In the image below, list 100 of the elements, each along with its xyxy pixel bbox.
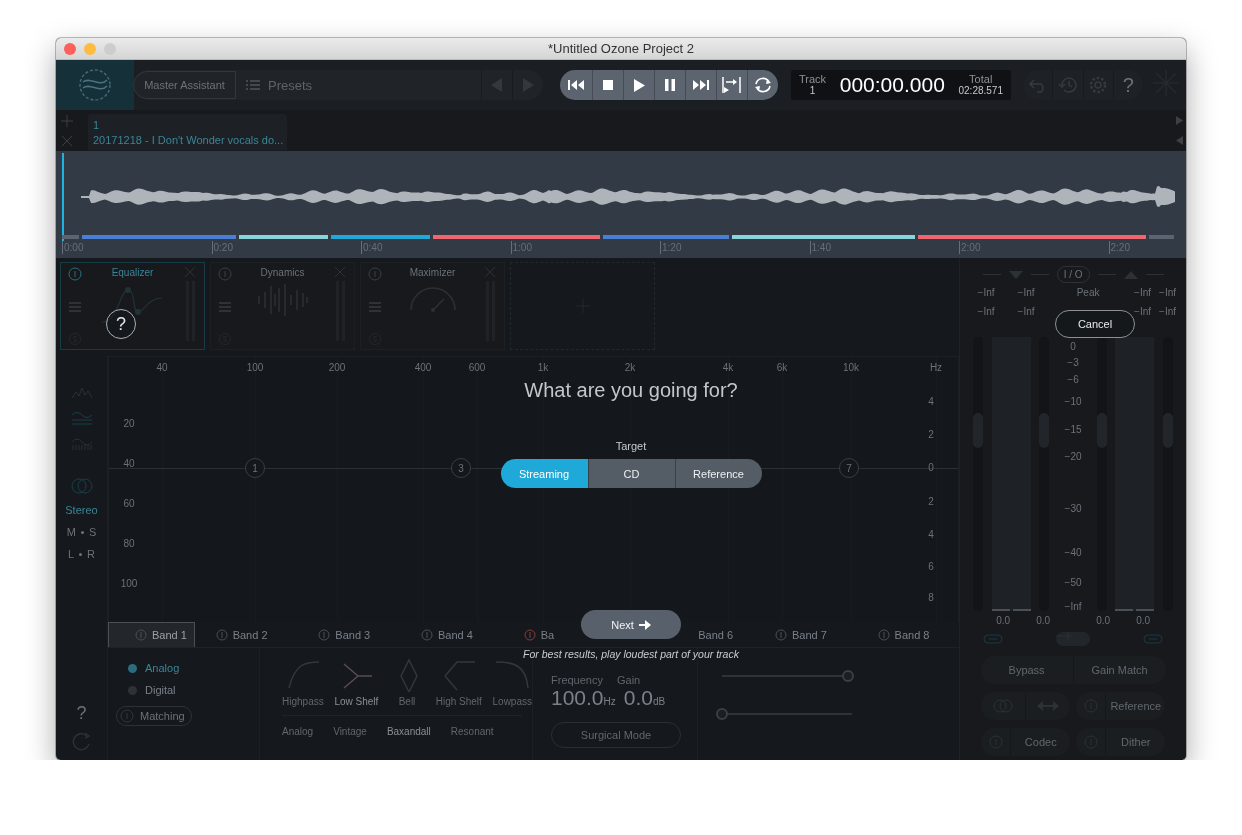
link-icon[interactable] (983, 634, 1004, 644)
channel-label[interactable]: L (67, 548, 75, 560)
power-icon (120, 709, 134, 723)
gain-match-button[interactable]: Gain Match (1072, 656, 1166, 684)
filter-type-option[interactable]: Baxandall (386, 726, 431, 737)
radio-option[interactable]: Analog (128, 662, 259, 674)
eq-node[interactable]: 7 (839, 458, 859, 478)
band-tab[interactable]: Band 3 (313, 622, 376, 647)
filter-shape-option[interactable]: Bell (389, 658, 425, 707)
eq-curve-icon[interactable] (71, 410, 92, 426)
module-card[interactable]: Dynamics (210, 262, 355, 350)
refresh-icon[interactable] (71, 732, 92, 752)
meter-reading: −Inf (1134, 306, 1152, 317)
unit-label: Hz (603, 696, 616, 707)
spectrum-icon[interactable] (71, 386, 92, 400)
eq-node[interactable]: 3 (451, 458, 471, 478)
filter-type-option[interactable]: Analog (282, 726, 314, 737)
power-icon (218, 267, 232, 281)
minimize-button[interactable] (84, 42, 96, 55)
settings-icon (1088, 75, 1109, 95)
close-icon[interactable] (62, 136, 72, 147)
band-tab[interactable]: Band 8 (872, 622, 935, 647)
close-button[interactable] (64, 42, 76, 55)
filter-type-option[interactable]: Resonant (450, 726, 494, 737)
frequency-label: 2k (624, 362, 636, 373)
filter-type-option[interactable]: Vintage (333, 726, 367, 737)
band-tab[interactable]: Band 7 (769, 622, 832, 647)
gain-scale-label: 4 (928, 529, 934, 540)
presets-menu[interactable]: Presets (236, 70, 481, 100)
band-tab[interactable]: Ba (518, 622, 560, 647)
band-tab[interactable]: Band 4 (415, 622, 478, 647)
meter-scale-label: −15 (1063, 424, 1083, 435)
stereo-label[interactable]: Stereo (65, 504, 98, 516)
spectrum-bars-icon[interactable] (71, 436, 92, 450)
triangle-up-icon (1123, 270, 1138, 279)
band-tab[interactable]: Band 2 (210, 622, 273, 647)
frequency-label: 600 (468, 362, 486, 373)
gain-reading[interactable]: 0.0 (1136, 615, 1151, 626)
zoom-button[interactable] (104, 42, 116, 55)
list-icon (369, 302, 381, 312)
gain-value[interactable]: 0.0 (623, 686, 653, 709)
frequency-label: 100 (246, 362, 264, 373)
stereo-icon[interactable] (70, 478, 93, 494)
gain-scale-label: 100 (120, 578, 138, 589)
target-option[interactable]: Reference (674, 459, 762, 488)
meter-reading: −Inf (1159, 287, 1177, 298)
skip-back-icon (568, 80, 584, 90)
module-card[interactable]: Maximizer (360, 262, 505, 350)
band-tab[interactable]: Band 6 (693, 622, 739, 647)
pause-icon (665, 79, 675, 91)
power-icon (68, 267, 82, 281)
filter-shape-option[interactable]: High Shelf (435, 658, 482, 707)
close-icon[interactable] (185, 267, 195, 277)
band-tab[interactable]: Band 1 (108, 622, 195, 647)
bypass-button[interactable]: Bypass (980, 656, 1073, 684)
slider-thumb[interactable] (842, 670, 855, 682)
cancel-button[interactable]: Cancel (1055, 310, 1135, 338)
skip-forward-icon (693, 80, 709, 90)
filter-shape-option[interactable]: Highpass (282, 658, 324, 707)
channel-label[interactable]: R (87, 548, 96, 560)
target-option[interactable]: Streaming (500, 459, 588, 488)
channel-label[interactable]: S (88, 526, 97, 538)
triangle-left-icon[interactable] (1175, 136, 1183, 146)
track-number: 1 (809, 85, 816, 97)
list-icon (69, 302, 81, 312)
eq-node[interactable]: 1 (245, 458, 265, 478)
close-icon[interactable] (335, 267, 345, 277)
meter-scale-label: −10 (1063, 396, 1083, 407)
add-icon[interactable] (61, 114, 73, 127)
next-button[interactable]: Next (581, 610, 681, 639)
link-icon[interactable] (1143, 634, 1164, 644)
frequency-label: Frequency (551, 674, 603, 686)
peak-label: Peak (1075, 287, 1101, 298)
meter-reading: −Inf (1017, 287, 1035, 298)
gain-reading[interactable]: 0.0 (1036, 615, 1051, 626)
target-option[interactable]: CD (587, 459, 675, 488)
close-icon[interactable] (485, 267, 495, 277)
gain-scale-label: 2 (928, 496, 934, 507)
gain-reading[interactable]: 0.0 (1096, 615, 1111, 626)
frequency-value[interactable]: 100.0 (551, 686, 604, 709)
radio-option[interactable]: Digital (128, 684, 259, 696)
filter-shape-option[interactable]: Lowpass (492, 658, 532, 707)
undo-icon (1028, 77, 1047, 93)
channel-label[interactable]: M (66, 526, 76, 538)
power-icon (215, 629, 228, 641)
track-tab[interactable]: 1 20171218 - I Don't Wonder vocals do... (88, 114, 288, 150)
filter-shape-option[interactable]: Low Shelf (334, 658, 379, 707)
help-button[interactable]: ? (106, 309, 136, 339)
help-button[interactable]: ? (1112, 70, 1143, 100)
slider-thumb[interactable] (716, 708, 728, 720)
meter-scale-label: −3 (1066, 357, 1080, 368)
gain-scale-label: 40 (123, 458, 135, 469)
gain-scale-label: 60 (123, 498, 135, 509)
triangle-right-icon[interactable] (1175, 115, 1183, 125)
help-button[interactable]: ? (76, 703, 87, 724)
meter-scale-label: −30 (1063, 503, 1083, 514)
meter-scale-label: −40 (1063, 547, 1083, 558)
meter-scale-label: −20 (1063, 451, 1083, 462)
gain-reading[interactable]: 0.0 (996, 615, 1011, 626)
playback-time: 000:00.000 (839, 73, 945, 97)
